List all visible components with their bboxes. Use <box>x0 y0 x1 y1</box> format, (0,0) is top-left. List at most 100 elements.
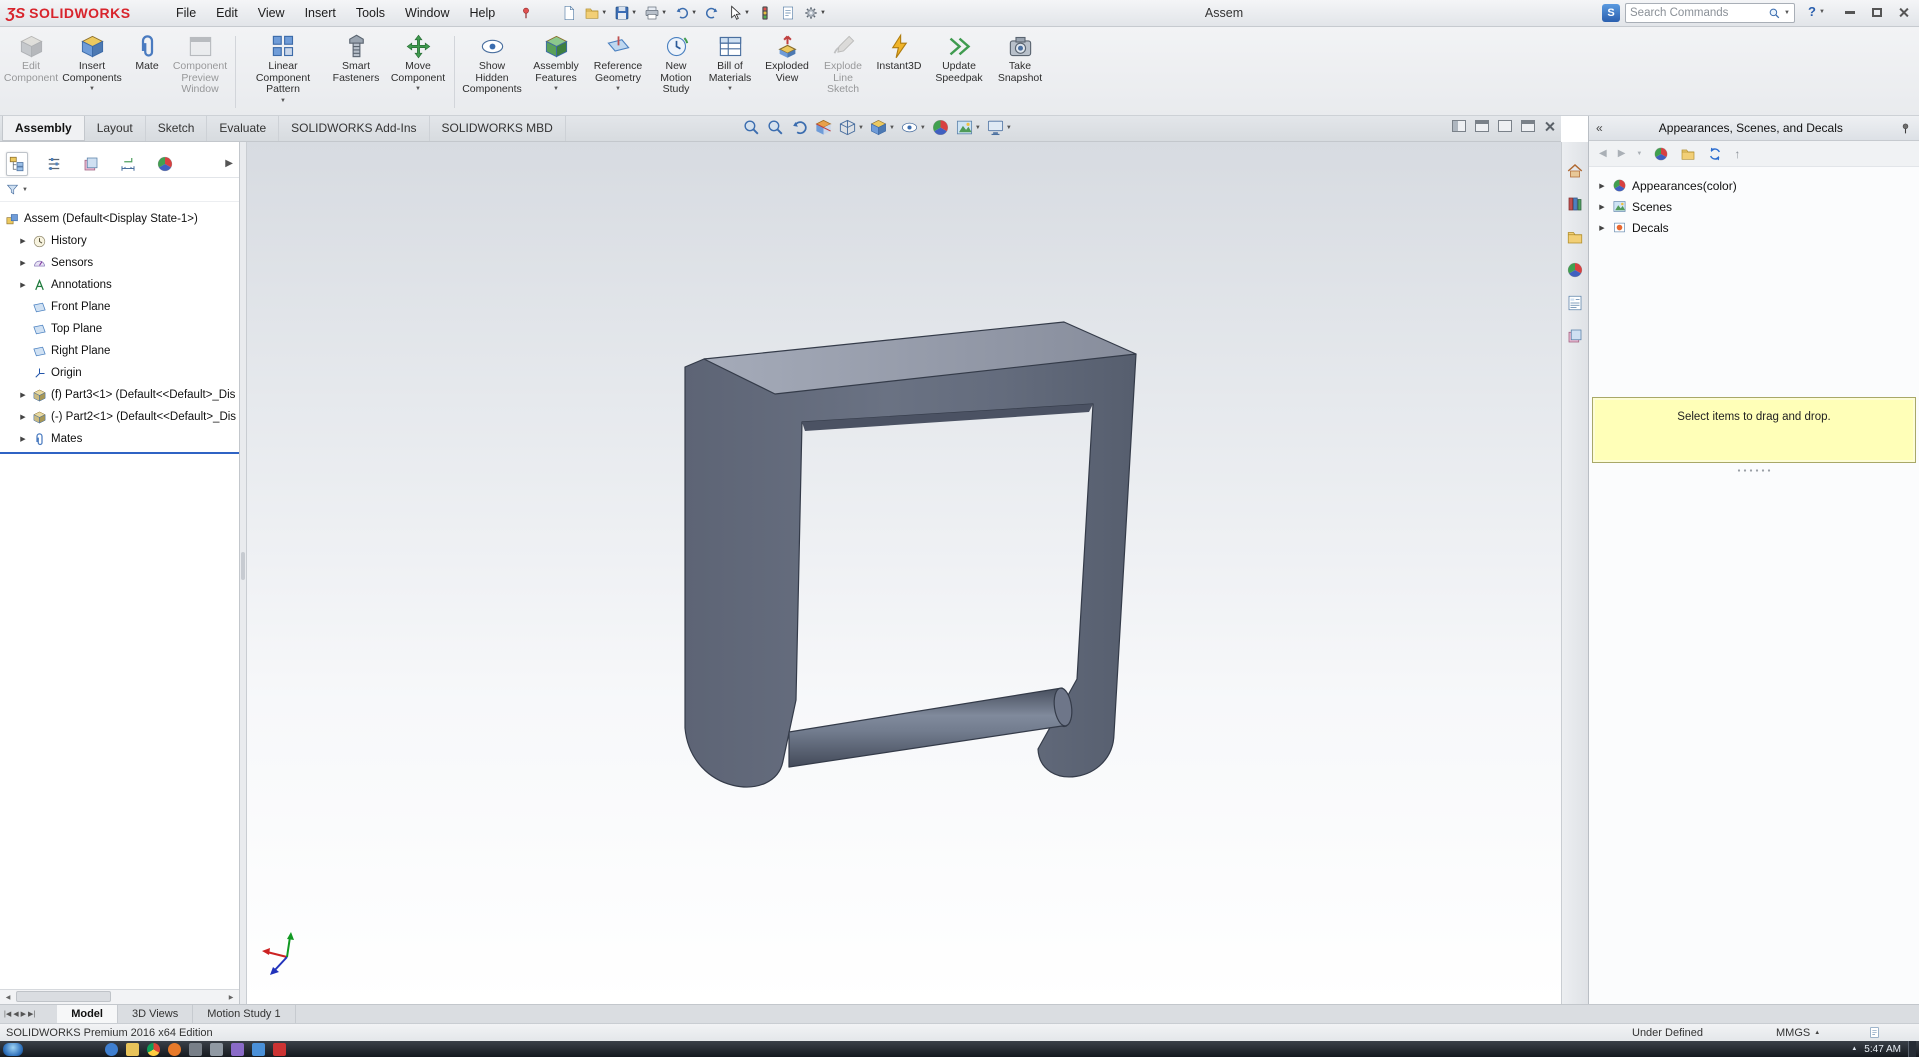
tab-layout[interactable]: Layout <box>85 116 146 141</box>
tab-model[interactable]: Model <box>57 1005 118 1023</box>
taskbar-app-gray2-icon[interactable] <box>210 1042 223 1056</box>
move-component-button[interactable]: Move Component ▼ <box>386 30 450 114</box>
show-hidden-components-button[interactable]: Show Hidden Components <box>459 30 525 114</box>
tab-evaluate[interactable]: Evaluate <box>207 116 280 141</box>
doc-restore-icon[interactable] <box>1521 120 1535 132</box>
collapse-pane-icon[interactable]: « <box>1596 121 1603 135</box>
menu-edit[interactable]: Edit <box>206 1 248 25</box>
display-style-button[interactable]: ▼ <box>869 118 895 137</box>
file-properties-button[interactable] <box>778 3 798 23</box>
tree-item-part3[interactable]: ▶ (f) Part3<1> (Default<<Default>_Dis <box>0 384 239 406</box>
taskbar-app-gray1-icon[interactable] <box>189 1042 202 1056</box>
filter-funnel-icon[interactable] <box>5 182 20 197</box>
previous-view-button[interactable] <box>790 118 809 137</box>
insert-components-button[interactable]: Insert Components ▼ <box>59 30 125 114</box>
maximize-button[interactable] <box>1863 2 1890 23</box>
splitter-handle[interactable] <box>241 552 245 580</box>
reference-geometry-button[interactable]: Reference Geometry ▼ <box>587 30 649 114</box>
graphics-viewport[interactable] <box>247 142 1561 1004</box>
chevron-down-icon[interactable]: ▼ <box>615 86 621 92</box>
edit-component-button[interactable]: Edit Component <box>4 30 58 114</box>
menu-insert[interactable]: Insert <box>295 1 346 25</box>
chevron-down-icon[interactable]: ▼ <box>1006 125 1012 131</box>
refresh-icon[interactable] <box>1707 146 1723 162</box>
last-tab-icon[interactable]: ▶| <box>28 1010 35 1018</box>
undo-button[interactable]: ▼ <box>672 3 699 23</box>
search-box[interactable]: ▼ <box>1625 3 1795 23</box>
edit-appearance-button[interactable] <box>931 118 950 137</box>
chevron-down-icon[interactable]: ▼ <box>691 10 697 16</box>
tree-item-origin[interactable]: ▶ Origin <box>0 362 239 384</box>
tree-item-mates[interactable]: ▶ Mates <box>0 428 239 450</box>
open-folder-icon[interactable] <box>1680 146 1696 162</box>
dimxpertmanager-tab[interactable] <box>117 152 139 176</box>
select-button[interactable]: ▼ <box>725 3 752 23</box>
chevron-down-icon[interactable]: ▼ <box>1784 10 1790 16</box>
move-up-icon[interactable]: ↑ <box>1734 147 1740 161</box>
chevron-down-icon[interactable]: ▼ <box>975 125 981 131</box>
apply-scene-button[interactable]: ▼ <box>955 118 981 137</box>
next-tab-icon[interactable]: ▶ <box>21 1010 26 1018</box>
tab-sketch[interactable]: Sketch <box>146 116 208 141</box>
chevron-down-icon[interactable]: ▼ <box>631 10 637 16</box>
tree-item-sensors[interactable]: ▶ Sensors <box>0 252 239 274</box>
minimize-button[interactable] <box>1836 2 1863 23</box>
taskbar-clock[interactable]: 5:47 AM <box>1864 1044 1901 1055</box>
explode-line-sketch-button[interactable]: Explode Line Sketch <box>817 30 869 114</box>
taskbar-app-browser-icon[interactable] <box>105 1042 118 1056</box>
tab-assembly[interactable]: Assembly <box>2 116 85 141</box>
expand-arrow-icon[interactable]: ▶ <box>18 435 28 443</box>
menu-file[interactable]: File <box>166 1 206 25</box>
configurationmanager-tab[interactable] <box>80 152 102 176</box>
rebuild-button[interactable] <box>755 3 775 23</box>
chevron-down-icon[interactable]: ▼ <box>89 86 95 92</box>
scroll-left-icon[interactable]: ◀ <box>0 990 16 1004</box>
tree-item-right-plane[interactable]: ▶ Right Plane <box>0 340 239 362</box>
zoom-to-fit-button[interactable] <box>742 118 761 137</box>
linear-component-pattern-button[interactable]: Linear Component Pattern ▼ <box>240 30 326 114</box>
instant3d-button[interactable]: Instant3D <box>871 30 927 114</box>
new-motion-study-button[interactable]: New Motion Study <box>651 30 701 114</box>
take-snapshot-button[interactable]: Take Snapshot <box>991 30 1049 114</box>
redo-button[interactable] <box>702 3 722 23</box>
chevron-down-icon[interactable]: ▼ <box>661 10 667 16</box>
chevron-down-icon[interactable]: ▼ <box>601 10 607 16</box>
appearances-icon[interactable] <box>1653 146 1669 162</box>
scrollbar-track[interactable] <box>16 990 223 1004</box>
units-selector[interactable]: MMGS ▲ <box>1776 1027 1820 1039</box>
menu-pin-icon[interactable] <box>517 4 535 22</box>
forward-icon[interactable]: ▶ <box>1618 148 1626 159</box>
close-button[interactable] <box>1890 2 1917 23</box>
expand-arrow-icon[interactable]: ▶ <box>1597 224 1607 232</box>
chevron-down-icon[interactable]: ▼ <box>22 187 28 193</box>
doc-minimize-icon[interactable] <box>1498 120 1512 132</box>
section-view-button[interactable] <box>814 118 833 137</box>
tree-item-history[interactable]: ▶ History <box>0 230 239 252</box>
tab-solidworks-add-ins[interactable]: SOLIDWORKS Add-Ins <box>279 116 430 141</box>
chevron-down-icon[interactable]: ▼ <box>280 98 286 104</box>
zoom-to-area-button[interactable] <box>766 118 785 137</box>
appearances-scenes-decals-icon[interactable] <box>1566 261 1584 279</box>
model-3d[interactable] <box>247 142 1561 1004</box>
tree-item-assembly-root[interactable]: Assem (Default<Display State-1>) <box>0 208 239 230</box>
menu-help[interactable]: Help <box>460 1 506 25</box>
assembly-features-button[interactable]: Assembly Features ▼ <box>527 30 585 114</box>
expand-arrow-icon[interactable]: ▶ <box>18 259 28 267</box>
tab-solidworks-mbd[interactable]: SOLIDWORKS MBD <box>430 116 566 141</box>
exploded-view-button[interactable]: Exploded View <box>759 30 815 114</box>
tab-3d-views[interactable]: 3D Views <box>118 1005 194 1023</box>
open-button[interactable]: ▼ <box>582 3 609 23</box>
chevron-down-icon[interactable]: ▼ <box>744 10 750 16</box>
tab-motion-study-1[interactable]: Motion Study 1 <box>193 1005 296 1023</box>
tree-item-front-plane[interactable]: ▶ Front Plane <box>0 296 239 318</box>
print-button[interactable]: ▼ <box>642 3 669 23</box>
expand-arrow-icon[interactable]: ▶ <box>1597 182 1607 190</box>
file-explorer-icon[interactable] <box>1566 228 1584 246</box>
first-tab-icon[interactable]: |◀ <box>4 1010 11 1018</box>
bill-of-materials-button[interactable]: Bill of Materials ▼ <box>703 30 757 114</box>
chevron-down-icon[interactable]: ▼ <box>1819 9 1825 15</box>
expand-arrow-icon[interactable]: ▶ <box>18 237 28 245</box>
tree-item-part2[interactable]: ▶ (-) Part2<1> (Default<<Default>_Dis <box>0 406 239 428</box>
chevron-down-icon[interactable]: ▼ <box>920 125 926 131</box>
resize-grip[interactable] <box>1736 468 1772 473</box>
